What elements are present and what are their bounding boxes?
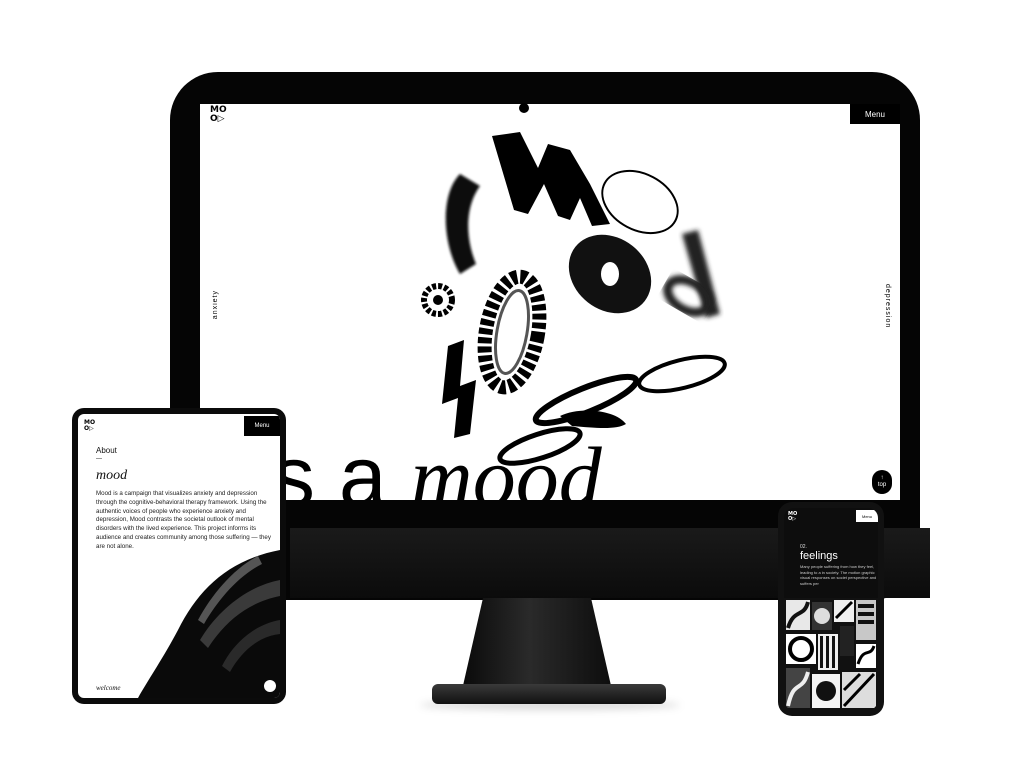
dash-divider: — (96, 456, 102, 462)
top-button-label: top (877, 482, 887, 488)
desktop-logo[interactable]: MO O▷ (210, 106, 227, 124)
logo-line-bottom: O▷ (84, 425, 94, 432)
side-label-depression: depression (884, 284, 891, 329)
scroll-top-button[interactable]: ↑ top (872, 470, 892, 494)
tablet-screen: MO O▷ Menu About — mood Mood is a campai… (78, 414, 280, 698)
phone-screen: MO O▷ Menu 02. feelings Many people suff… (784, 508, 878, 710)
tablet-menu-button[interactable]: Menu (244, 416, 280, 436)
phone-logo[interactable]: MO O▷ (788, 512, 797, 522)
phone-image-collage (784, 598, 878, 710)
arrow-up-icon: ↑ (880, 475, 884, 481)
twisted-letter-shape (442, 340, 476, 438)
tablet-logo[interactable]: MO O▷ (84, 420, 95, 432)
desktop-headline: s a mood (272, 434, 602, 500)
headline-plain: s a (272, 429, 411, 500)
side-label-anxiety: anxiety (212, 290, 219, 320)
camera-notch (519, 103, 529, 113)
mood-3d-typography-art (421, 132, 727, 466)
tablet-body-text: Mood is a campaign that visualizes anxie… (96, 490, 271, 550)
letter-m-shape (492, 132, 610, 226)
chain-ring-shape (477, 269, 547, 395)
tablet-footer-word: welcome (96, 684, 121, 692)
imac-stand (462, 598, 612, 690)
phone-section-title: feelings (800, 550, 838, 562)
phone-body-text: Many people suffering from how they feel… (800, 564, 877, 586)
desktop-menu-button[interactable]: Menu (850, 104, 900, 124)
logo-line-bottom: O▷ (788, 516, 797, 522)
letter-d-shape (445, 174, 480, 274)
logo-line-bottom: O▷ (210, 114, 225, 124)
thin-ring-shape (601, 169, 679, 235)
desktop-screen: MO O▷ Menu anxiety depression s a mood ↑… (200, 104, 900, 500)
phone-menu-button[interactable]: Menu (856, 510, 878, 522)
headline-italic: mood (410, 429, 602, 500)
imac-stand-base (432, 684, 666, 704)
dark-ribbon-art (138, 550, 280, 698)
tablet-title: mood (96, 468, 128, 483)
section-label-about: About (96, 446, 117, 455)
